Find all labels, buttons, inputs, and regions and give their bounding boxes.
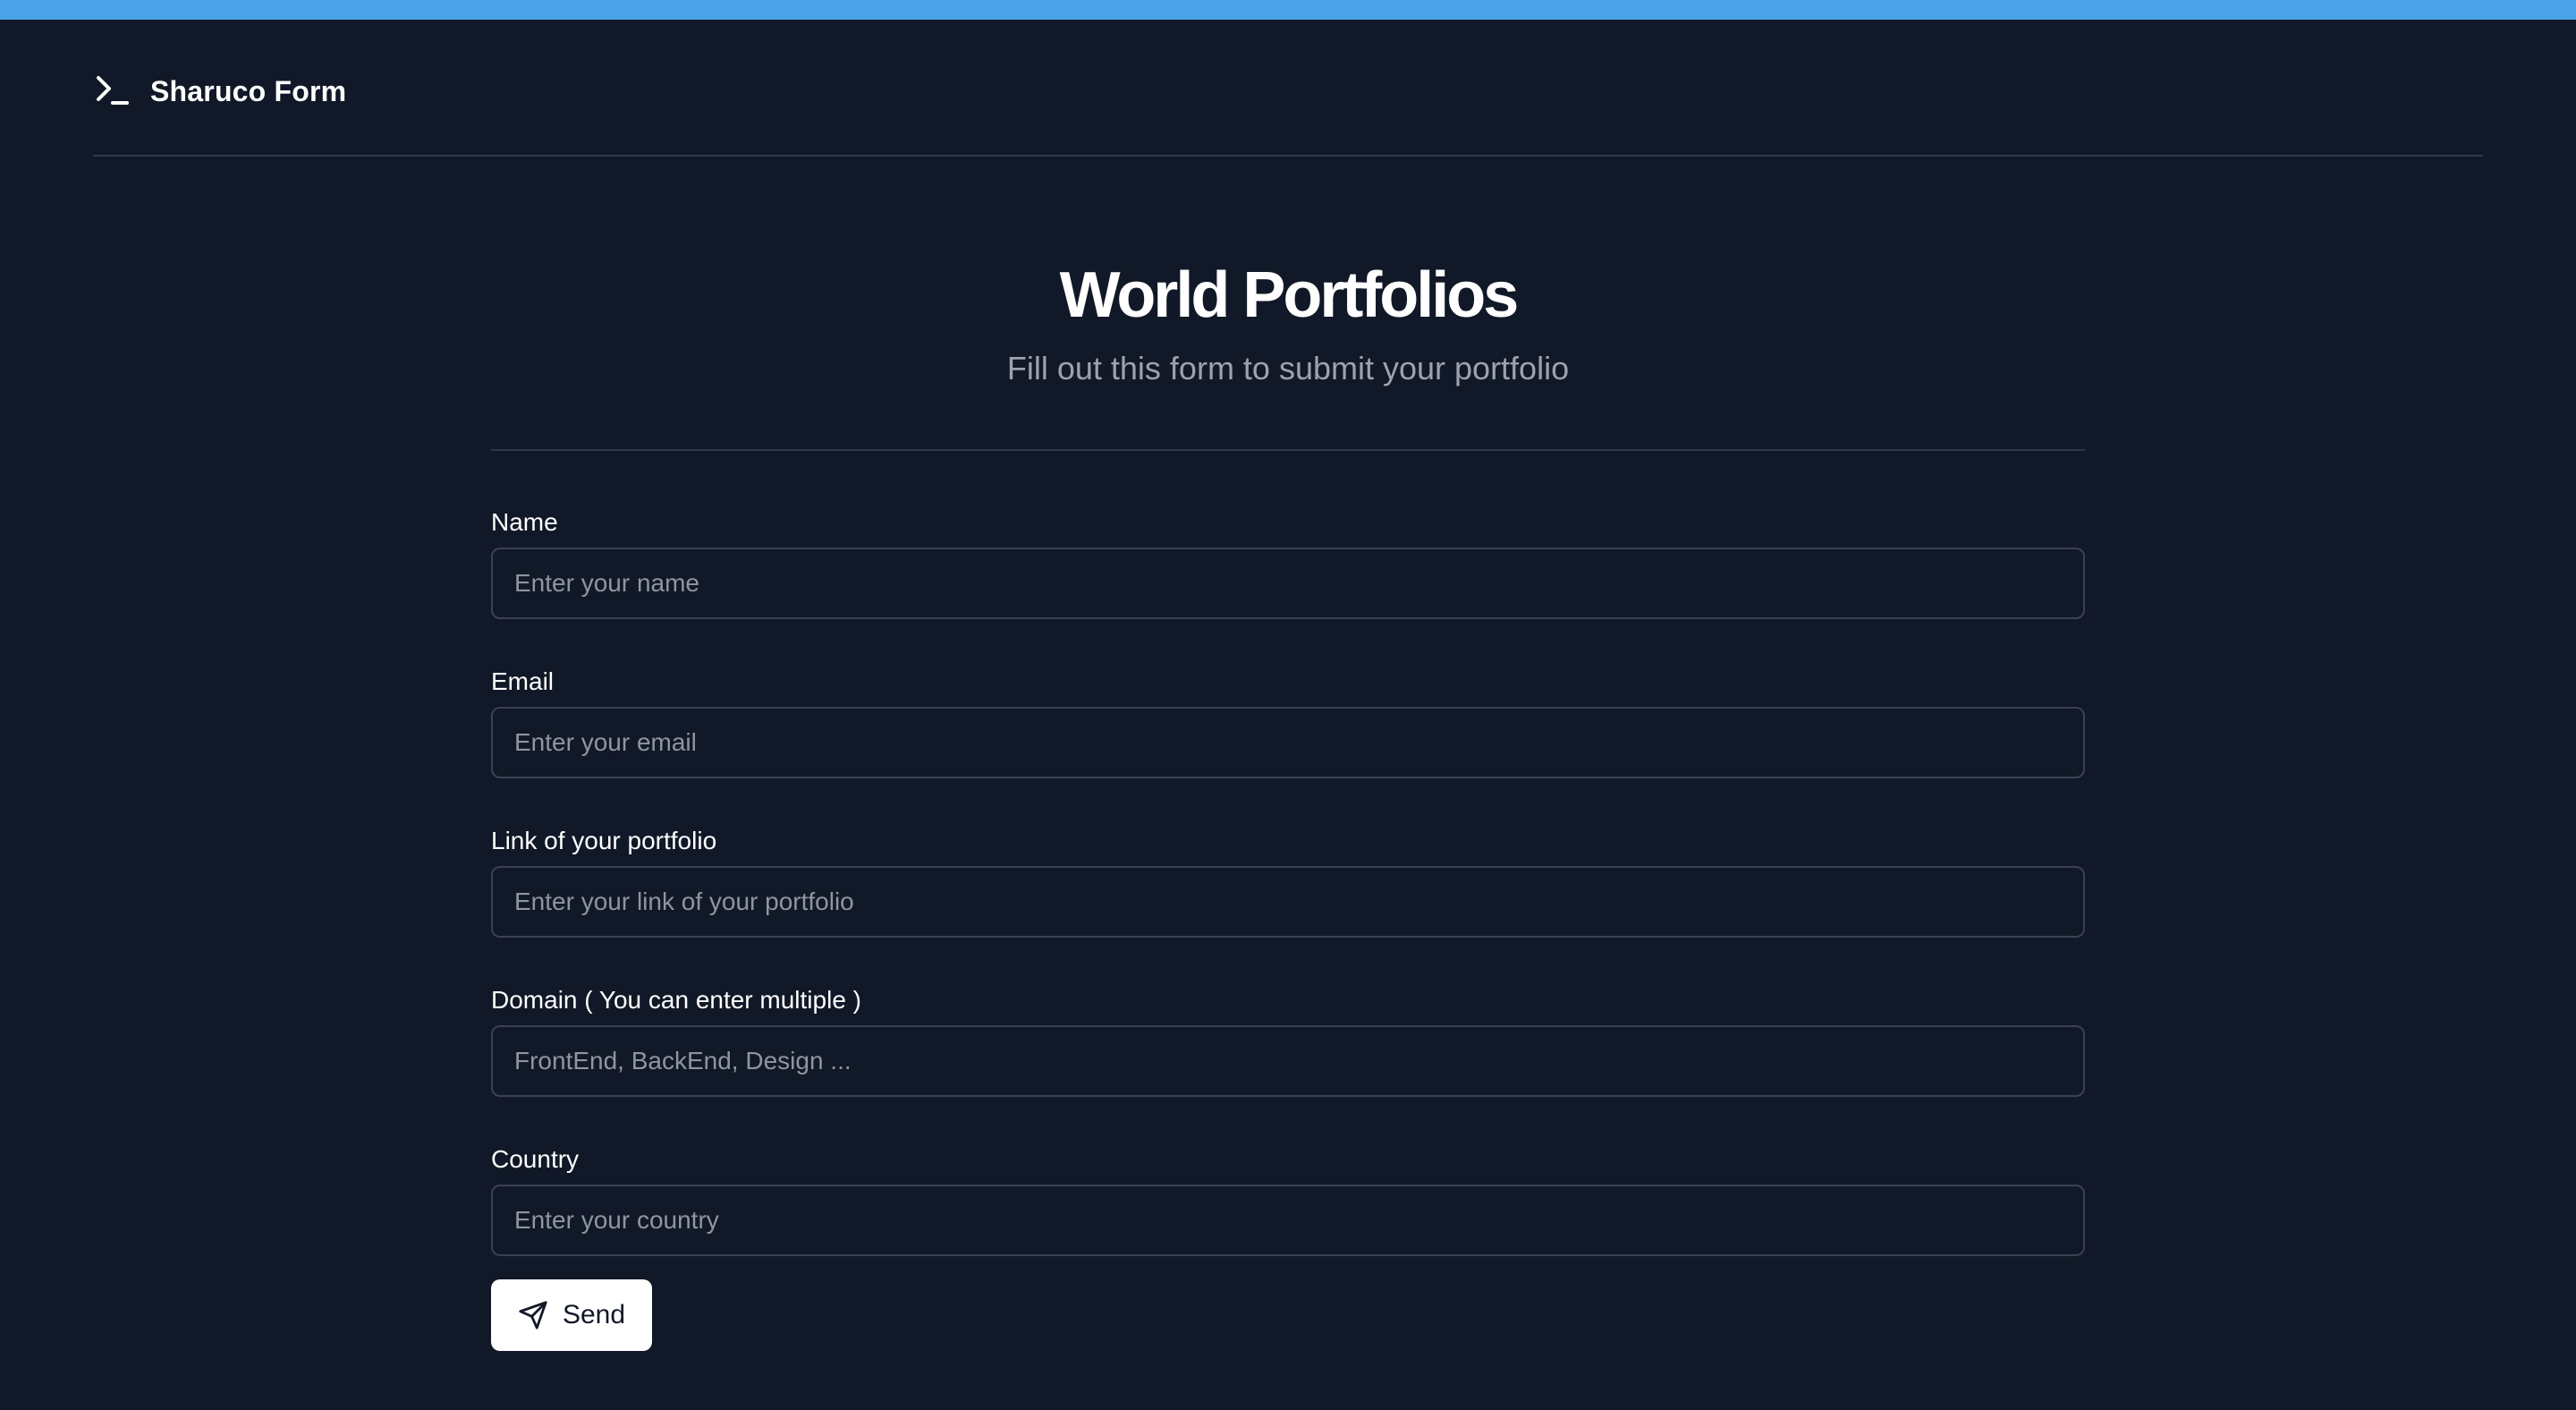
page-title: World Portfolios (1059, 259, 1520, 331)
name-label: Name (491, 508, 558, 536)
portfolio-link-field-group: Link of your portfolio (491, 825, 2085, 938)
country-label: Country (491, 1145, 580, 1173)
country-field-group: Country (491, 1143, 2085, 1256)
email-label: Email (491, 667, 555, 695)
send-icon (518, 1300, 548, 1330)
domain-input[interactable] (491, 1025, 2085, 1097)
name-field-group: Name (491, 506, 2085, 619)
page-subtitle: Fill out this form to submit your portfo… (1006, 350, 1570, 386)
terminal-prompt-icon (93, 72, 131, 110)
portfolio-link-label: Link of your portfolio (491, 827, 717, 854)
header-divider (93, 155, 2483, 157)
hero-section: World Portfolios Fill out this form to s… (0, 252, 2576, 392)
app-header: Sharuco Form (93, 70, 346, 113)
send-button-label: Send (562, 1300, 626, 1329)
top-accent-bar (0, 0, 2576, 20)
portfolio-link-input[interactable] (491, 866, 2085, 938)
send-button[interactable]: Send (491, 1279, 652, 1351)
portfolio-form: Name Email Link of your portfolio Domain… (491, 506, 2085, 1303)
country-input[interactable] (491, 1185, 2085, 1256)
app-title[interactable]: Sharuco Form (150, 75, 346, 108)
email-input[interactable] (491, 707, 2085, 778)
form-divider (491, 449, 2085, 451)
domain-field-group: Domain ( You can enter multiple ) (491, 984, 2085, 1097)
domain-label: Domain ( You can enter multiple ) (491, 986, 861, 1014)
name-input[interactable] (491, 548, 2085, 619)
email-field-group: Email (491, 666, 2085, 778)
